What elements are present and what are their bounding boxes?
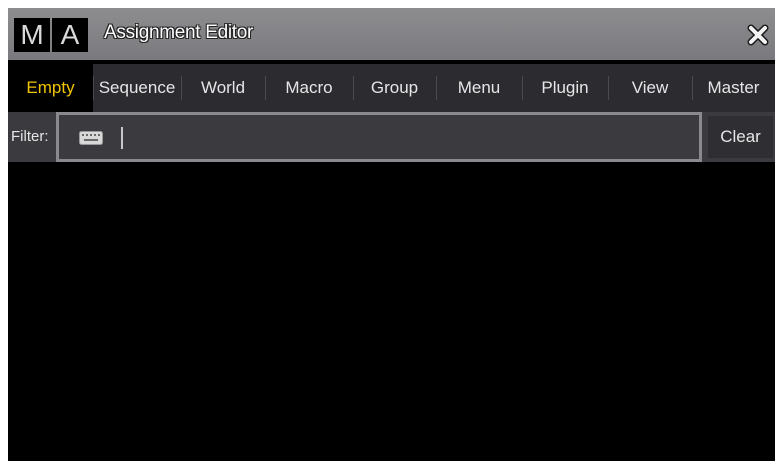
assignment-editor-window: M A Assignment Editor Empty Sequence Wor… — [8, 8, 775, 461]
tab-world[interactable]: World — [181, 64, 265, 112]
tab-menu[interactable]: Menu — [436, 64, 522, 112]
logo-letter-m: M — [14, 18, 50, 52]
filter-bar: Filter: Clear — [8, 112, 775, 162]
assignment-list-area[interactable] — [8, 162, 775, 461]
close-icon — [747, 24, 769, 46]
tab-macro[interactable]: Macro — [265, 64, 353, 112]
close-button[interactable] — [741, 18, 775, 52]
filter-input[interactable] — [56, 112, 702, 162]
tab-bar: Empty Sequence World Macro Group Menu Pl… — [8, 64, 775, 112]
clear-button[interactable]: Clear — [708, 116, 773, 158]
title-bar[interactable]: M A Assignment Editor — [8, 8, 775, 60]
keyboard-icon[interactable] — [79, 131, 103, 145]
window-title: Assignment Editor — [104, 22, 254, 43]
tab-view[interactable]: View — [608, 64, 692, 112]
tab-empty[interactable]: Empty — [8, 64, 93, 112]
tab-plugin[interactable]: Plugin — [522, 64, 608, 112]
ma-logo: M A — [14, 18, 88, 52]
logo-letter-a: A — [52, 18, 88, 52]
tab-group[interactable]: Group — [353, 64, 436, 112]
filter-label: Filter: — [11, 128, 49, 145]
text-caret — [121, 127, 123, 149]
tab-master[interactable]: Master — [692, 64, 775, 112]
tab-sequence[interactable]: Sequence — [93, 64, 181, 112]
